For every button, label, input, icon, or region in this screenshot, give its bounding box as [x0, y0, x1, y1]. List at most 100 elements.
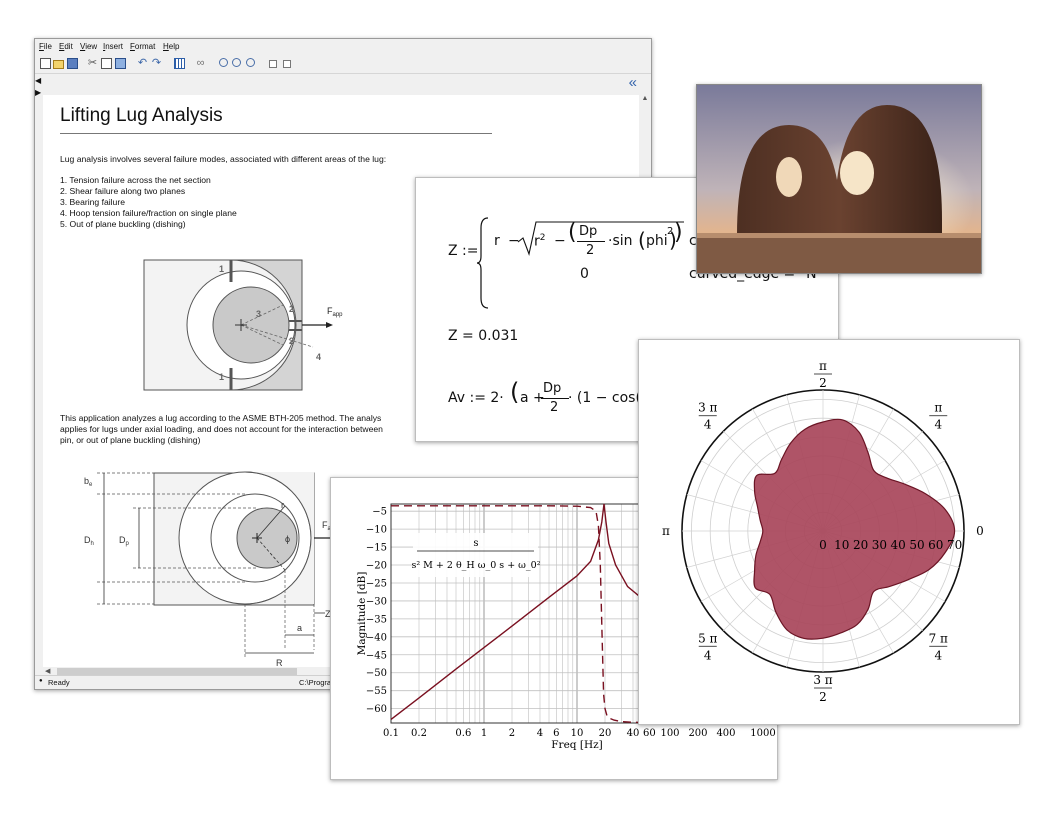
- failure-mode-item: 1. Tension failure across the net sectio…: [60, 175, 211, 185]
- menu-file[interactable]: File: [39, 42, 52, 51]
- failure-mode-item: 3. Bearing failure: [60, 197, 125, 207]
- zoom-out-icon[interactable]: [232, 58, 241, 67]
- radial-tick-label: 70: [947, 538, 962, 552]
- angle-label-denominator: 4: [704, 418, 712, 432]
- pin: [212, 286, 290, 364]
- failure-mode-item: 2. Shear failure along two planes: [60, 186, 186, 196]
- x-tick-label: 40: [627, 728, 640, 739]
- y-tick-label: −60: [366, 704, 387, 715]
- math-term-r: r: [494, 233, 500, 249]
- fraction-denominator: 2: [586, 243, 595, 258]
- section-marker-icon[interactable]: ◀: [35, 75, 43, 87]
- new-document-icon[interactable]: [40, 58, 51, 69]
- x-tick-label: 4: [537, 728, 543, 739]
- save-icon[interactable]: [67, 58, 78, 69]
- failure-mode-item: 4. Hoop tension failure/fraction on sing…: [60, 208, 237, 218]
- angle-label-denominator: 2: [819, 690, 827, 704]
- redo-icon[interactable]: ↷: [151, 58, 162, 69]
- x-tick-label: 20: [599, 728, 612, 739]
- x-tick-label: 2: [509, 728, 515, 739]
- radial-tick-label: 30: [872, 538, 887, 552]
- cascade-window-icon[interactable]: [283, 60, 291, 68]
- x-axis-label: Freq [Hz]: [551, 739, 602, 751]
- fraction-denominator: 2: [550, 400, 559, 415]
- open-folder-icon[interactable]: [53, 60, 64, 69]
- section-marker-icon[interactable]: ▶: [35, 87, 43, 99]
- zone-label: 1: [219, 372, 224, 382]
- exponent: 2: [667, 226, 674, 237]
- y-tick-label: −55: [366, 686, 387, 697]
- polar-plot-panel: 0 10 20 30 40 50 60 70 0 π 4 π 2 3 π 4 π 5 π 4 3 π 2 7 π 4: [638, 339, 1020, 725]
- y-tick-label: −30: [366, 596, 387, 607]
- force-arrowhead: [326, 322, 333, 328]
- y-tick-label: −35: [366, 614, 387, 625]
- x-tick-label: 400: [716, 728, 735, 739]
- margin-markers: ◀ ▶: [35, 75, 43, 101]
- piecewise-zero: 0: [580, 266, 589, 282]
- dim-label-be: be: [84, 476, 93, 488]
- fraction-bar: [577, 241, 605, 242]
- x-tick-label: 6: [553, 728, 559, 739]
- menu-view[interactable]: View: [80, 42, 97, 51]
- zone-label: 1: [219, 264, 224, 274]
- angle-label-numerator: 3 π: [813, 673, 832, 687]
- angle-label-numerator: π: [819, 359, 827, 373]
- radial-tick-label: 50: [909, 538, 924, 552]
- zoom-reset-icon[interactable]: [246, 58, 255, 67]
- table-icon[interactable]: [174, 58, 185, 69]
- x-tick-label: 100: [660, 728, 679, 739]
- y-tick-label: −40: [366, 632, 387, 643]
- transfer-function-label: s s² M + 2 θ_H ω_0 s + ω_0²: [411, 533, 541, 577]
- x-tick-label: 0.1: [383, 728, 399, 739]
- fraction-numerator: Dp: [543, 381, 562, 396]
- copy-icon[interactable]: [101, 58, 112, 69]
- method-paragraph-line: pin, or out of plane buckling (dishing): [60, 435, 201, 445]
- menu-insert[interactable]: Insert: [103, 42, 123, 51]
- angle-label: 0: [976, 524, 984, 538]
- angle-label-numerator: 5 π: [698, 631, 717, 645]
- menu-help[interactable]: Help: [163, 42, 179, 51]
- cut-icon[interactable]: ✂: [87, 58, 98, 69]
- undo-icon[interactable]: ↶: [137, 58, 148, 69]
- radial-tick-label: 60: [928, 538, 943, 552]
- page-title: Lifting Lug Analysis: [60, 105, 223, 126]
- angle-label-denominator: 4: [934, 418, 942, 432]
- force-label: Fapp: [327, 306, 343, 318]
- piecewise-brace: [476, 217, 489, 309]
- scroll-left-icon[interactable]: ◀: [45, 667, 50, 675]
- y-tick-label: −5: [372, 507, 387, 518]
- angle-label-denominator: 4: [704, 648, 712, 662]
- intro-paragraph: Lug analysis involves several failure mo…: [60, 154, 387, 164]
- zone-label: 3: [256, 309, 261, 319]
- zoom-in-icon[interactable]: [219, 58, 228, 67]
- status-dot-icon: ●: [39, 678, 43, 684]
- collapse-panel-icon[interactable]: «: [629, 75, 637, 90]
- menu-format[interactable]: Format: [130, 42, 155, 51]
- dim-label-phi: ϕ: [285, 534, 290, 544]
- angle-label-denominator: 4: [934, 648, 942, 662]
- math-term-phi: phi: [646, 233, 668, 249]
- dim-label-r: r: [281, 500, 284, 510]
- angle-label-numerator: π: [934, 401, 942, 415]
- transfer-denominator: s² M + 2 θ_H ω_0 s + ω_0²: [411, 560, 540, 571]
- paren-open: (: [638, 228, 646, 252]
- transfer-numerator: s: [473, 538, 478, 549]
- x-tick-label: 10: [571, 728, 584, 739]
- angle-label-numerator: 7 π: [929, 631, 948, 645]
- zone-label: 2: [289, 336, 294, 346]
- ribbon-strip: [35, 74, 651, 94]
- link-icon[interactable]: ∞: [195, 58, 206, 69]
- y-tick-label: −50: [366, 668, 387, 679]
- radial-tick-label: 10: [834, 538, 849, 552]
- paste-icon[interactable]: [115, 58, 126, 69]
- method-paragraph-line: applies for lugs under axial loading, an…: [60, 424, 383, 434]
- tile-window-icon[interactable]: [269, 60, 277, 68]
- x-tick-label: 0.6: [455, 728, 471, 739]
- z-result: Z = 0.031: [448, 328, 519, 344]
- menu-edit[interactable]: Edit: [59, 42, 73, 51]
- method-paragraph-line: This application analyzes a lug accordin…: [60, 413, 382, 423]
- x-tick-label: 200: [688, 728, 707, 739]
- paren-open: (: [510, 378, 520, 406]
- failure-mode-item: 5. Out of plane buckling (dishing): [60, 219, 186, 229]
- scroll-up-icon[interactable]: ▲: [639, 95, 651, 102]
